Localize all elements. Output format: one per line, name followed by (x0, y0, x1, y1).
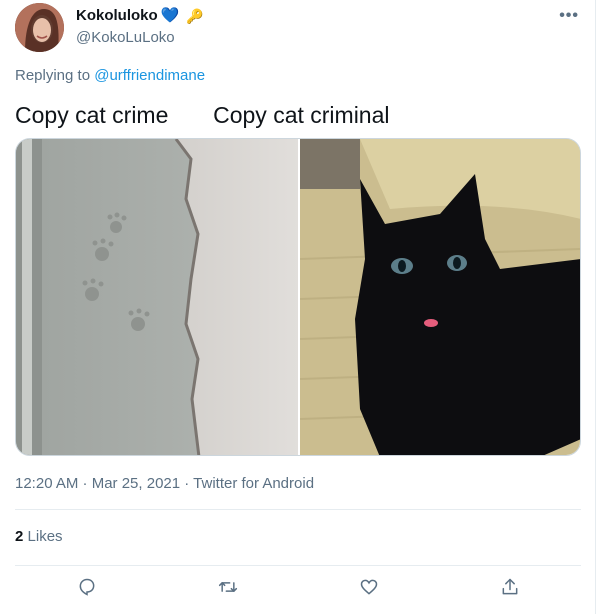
tweet: Kokoluloko 💙 🔑 @KokoLuLoko ••• Replying … (0, 0, 596, 614)
blue-heart-icon: 💙 (160, 7, 180, 24)
replying-to-label: Replying to (15, 67, 91, 84)
more-options-icon[interactable]: ••• (559, 7, 579, 25)
reply-mention-link[interactable]: @urffriendimane (94, 67, 205, 84)
replying-to: Replying to @urffriendimane (15, 67, 205, 84)
reply-icon[interactable] (73, 573, 101, 601)
avatar[interactable] (15, 3, 64, 52)
like-icon[interactable] (355, 573, 383, 601)
divider (15, 509, 581, 510)
user-handle[interactable]: @KokoLuLoko (76, 28, 204, 48)
tweet-header: Kokoluloko 💙 🔑 @KokoLuLoko ••• (15, 3, 585, 53)
likes-label: Likes (27, 528, 63, 545)
share-icon[interactable] (496, 573, 524, 601)
media-grid (15, 138, 581, 456)
paw-prints-photo[interactable] (16, 139, 298, 455)
action-bar (15, 567, 581, 607)
likes-number: 2 (15, 528, 24, 545)
tweet-timestamp[interactable]: 12:20 AM · Mar 25, 2021 · Twitter for An… (15, 475, 314, 492)
likes-count[interactable]: 2 Likes (15, 528, 63, 545)
display-name-row[interactable]: Kokoluloko 💙 🔑 (76, 6, 204, 26)
black-cat-photo[interactable] (300, 139, 580, 455)
display-name[interactable]: Kokoluloko (76, 6, 158, 26)
tweet-text: Copy cat crime Copy cat criminal (15, 102, 390, 128)
retweet-icon[interactable] (214, 573, 242, 601)
divider (15, 565, 581, 566)
key-icon: 🔑 (186, 8, 204, 24)
author-names: Kokoluloko 💙 🔑 @KokoLuLoko (76, 6, 204, 48)
